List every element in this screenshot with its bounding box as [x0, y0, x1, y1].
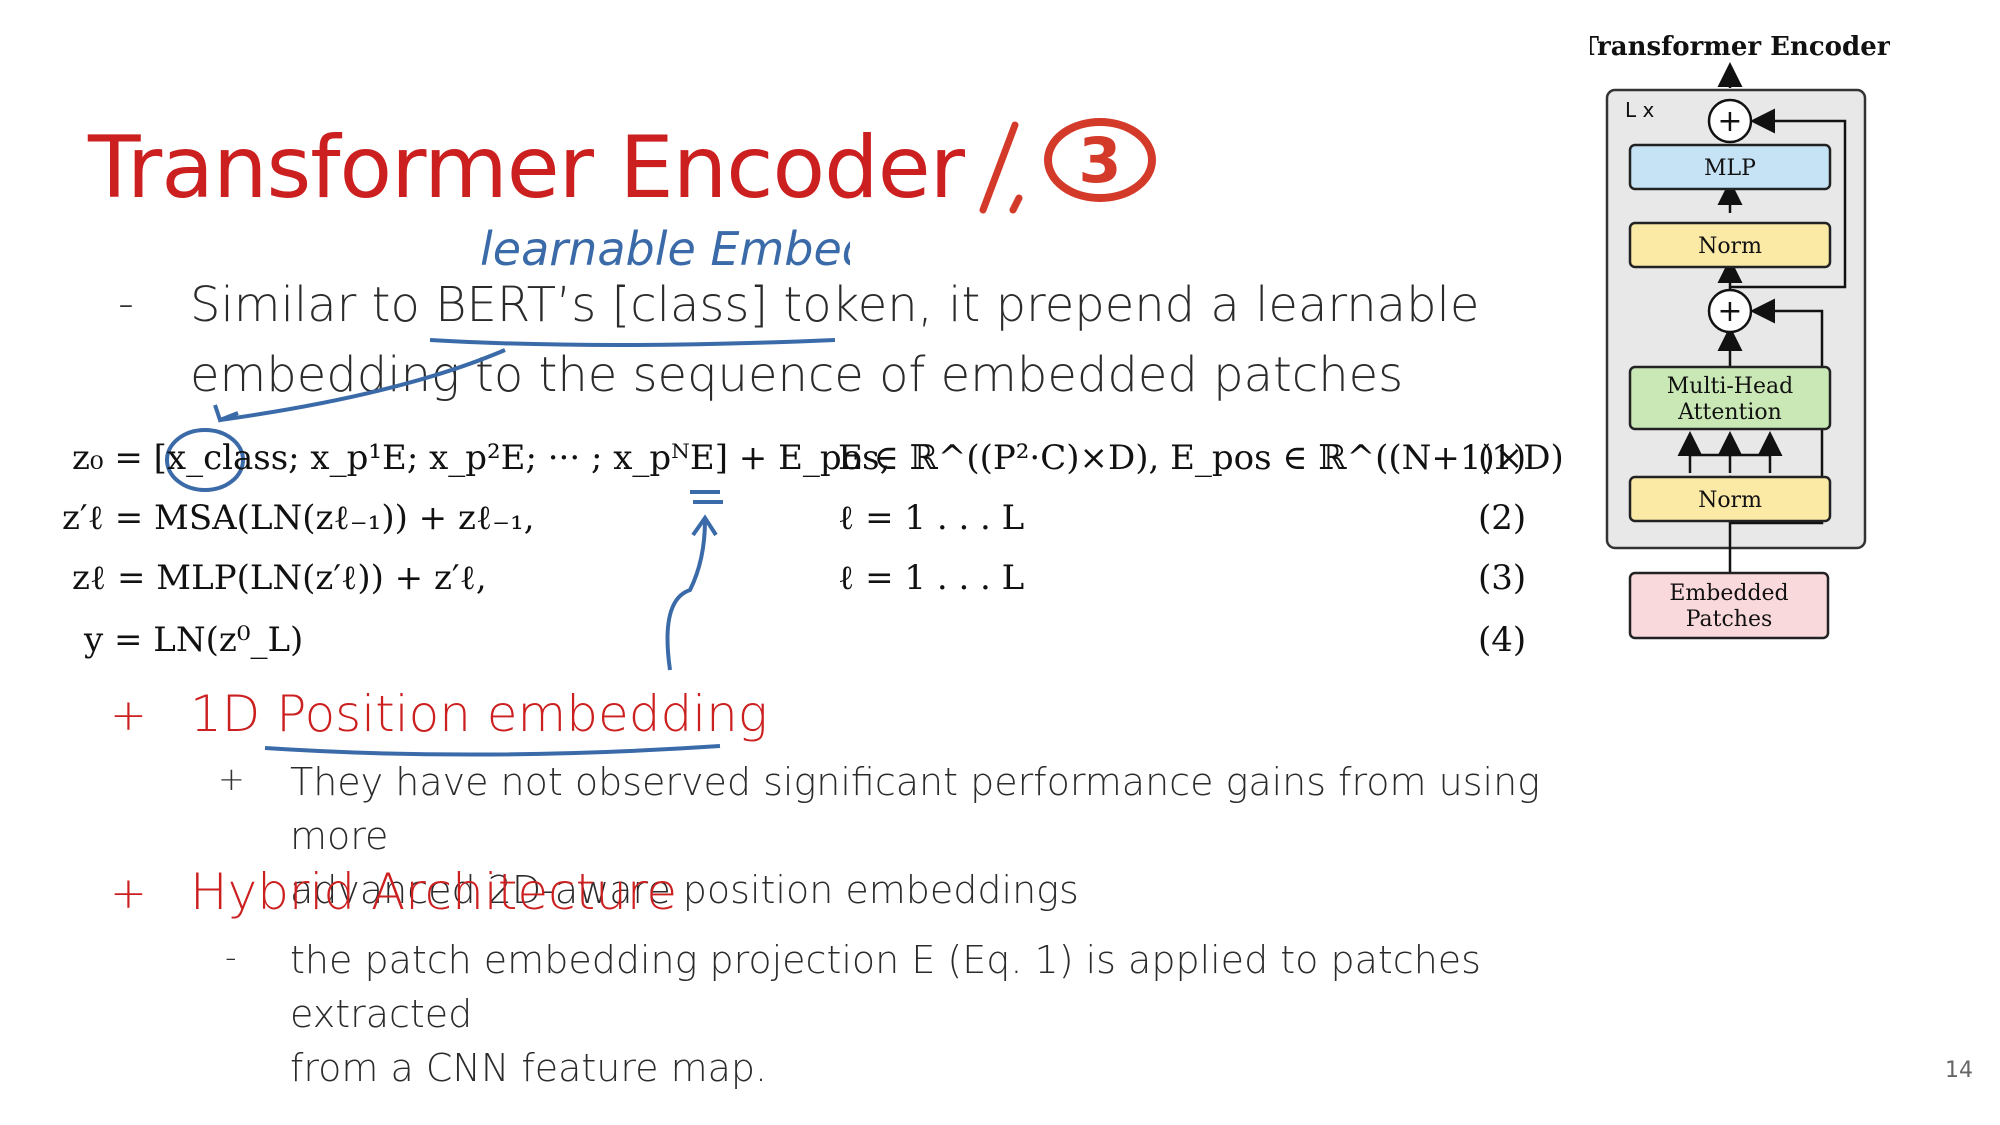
position-sub-line-1: They have not observed significant perfo…: [290, 760, 1540, 858]
hybrid-sub-line-2: from a CNN feature map.: [290, 1046, 768, 1090]
position-embedding-heading: 1D Position embedding: [190, 685, 768, 743]
underline-position-embedding: [264, 744, 721, 757]
page-number: 14: [1945, 1058, 1973, 1083]
equation-4-number: (4): [1478, 620, 1527, 660]
equation-4-lhs: y = LN(z⁰_L): [84, 620, 304, 660]
transformer-encoder-diagram: Transformer Encoder L x + + MLP Norm Mul…: [1590, 32, 1890, 640]
mlp-label: MLP: [1704, 156, 1756, 181]
equation-1-condition: E ∈ ℝ^((P²·C)×D), E_pos ∈ ℝ^((N+1)×D): [838, 438, 1564, 478]
norm-bottom-label: Norm: [1698, 488, 1762, 513]
equation-2-lhs: z′ℓ = MSA(LN(zℓ₋₁)) + zℓ₋₁,: [62, 498, 535, 538]
equation-1-number: (1): [1478, 438, 1527, 478]
bullet-dash-hybrid-sub: -: [225, 938, 237, 976]
embedded-patches-line-2: Patches: [1686, 607, 1773, 632]
equation-2-condition: ℓ = 1 . . . L: [838, 498, 1025, 538]
norm-top-label: Norm: [1698, 234, 1762, 259]
add-symbol-top: +: [1717, 104, 1742, 139]
arrow-to-xclass: [219, 348, 506, 422]
embedded-patches-line-1: Embedded: [1669, 581, 1788, 606]
hybrid-architecture-heading: Hybrid Architecture: [190, 863, 678, 921]
equation-3-number: (3): [1478, 558, 1527, 598]
equation-1-lhs: z₀ = [x_class; x_p¹E; x_p²E; ··· ; x_pᴺE…: [72, 438, 891, 478]
attention-label-line-2: Attention: [1677, 400, 1782, 425]
attention-label-line-1: Multi-Head: [1667, 374, 1793, 399]
hybrid-sub-bullet: the patch embedding projection E (Eq. 1)…: [290, 933, 1610, 1095]
hybrid-sub-line-1: the patch embedding projection E (Eq. 1)…: [290, 938, 1481, 1036]
bullet-plus-position: +: [110, 690, 147, 741]
underline-epos: [690, 490, 723, 504]
equation-2-number: (2): [1478, 498, 1527, 538]
add-symbol-bottom: +: [1717, 294, 1742, 329]
underline-class-token: [429, 338, 836, 347]
bullet-plus-hybrid: +: [110, 868, 147, 919]
bullet-plus-position-sub: +: [218, 760, 245, 798]
equation-3-condition: ℓ = 1 . . . L: [838, 558, 1025, 598]
equation-3-lhs: zℓ = MLP(LN(z′ℓ)) + z′ℓ,: [72, 558, 487, 598]
repeat-label: L x: [1625, 98, 1655, 122]
diagram-title: Transformer Encoder: [1590, 32, 1890, 62]
arrow-to-epos: [665, 519, 707, 671]
